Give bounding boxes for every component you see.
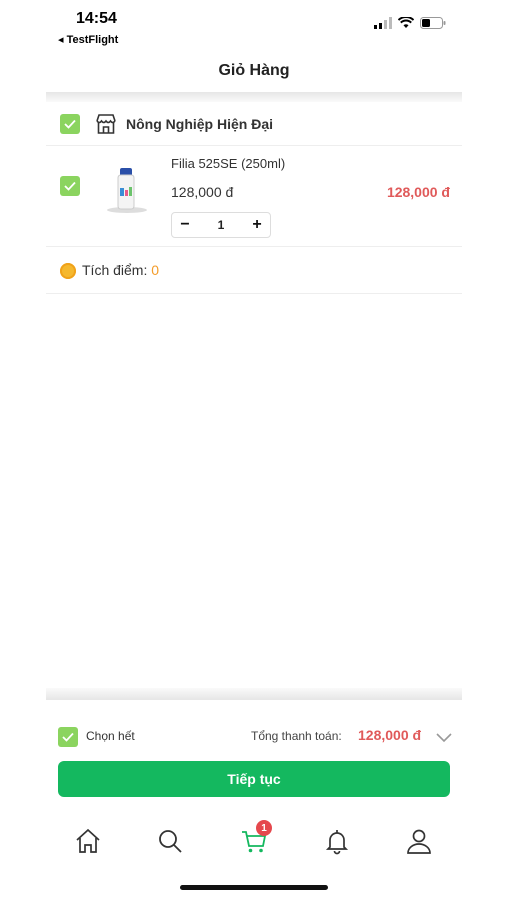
- quantity-stepper: − 1 +: [171, 212, 271, 238]
- user-icon: [407, 829, 431, 854]
- shop-checkbox[interactable]: [60, 114, 80, 134]
- total-value: 128,000 đ: [358, 727, 422, 743]
- check-icon: [64, 119, 76, 129]
- tab-profile[interactable]: [404, 826, 434, 856]
- status-time: 14:54: [76, 10, 117, 27]
- product-unit-price: 128,000 đ: [171, 184, 234, 200]
- decrement-button[interactable]: −: [172, 213, 198, 237]
- cart-item: Filia 525SE (250ml) 128,000 đ 128,000 đ …: [46, 146, 462, 247]
- store-icon: [94, 112, 118, 141]
- total-label: Tổng thanh toán:: [251, 729, 342, 743]
- points-row: Tích điểm: 0: [46, 247, 462, 294]
- product-line-total: 128,000 đ: [386, 184, 450, 200]
- wifi-icon: [397, 16, 415, 34]
- item-checkbox[interactable]: [60, 176, 80, 196]
- cart-screen: 14:54 ◂ TestFlight Giỏ Hàng Nông Nghiệp …: [46, 0, 462, 900]
- search-icon: [159, 830, 182, 853]
- continue-button[interactable]: Tiếp tục: [58, 761, 450, 797]
- cart-badge: 1: [256, 820, 272, 836]
- status-icons: [374, 16, 446, 34]
- shop-header: Nông Nghiệp Hiện Đại: [46, 103, 462, 146]
- home-indicator: [180, 885, 328, 890]
- select-all-label[interactable]: Chọn hết: [86, 729, 135, 743]
- tab-notifications[interactable]: [322, 826, 352, 856]
- points-value: 0: [151, 262, 160, 278]
- tab-cart[interactable]: 1: [239, 820, 272, 856]
- footer-divider: [46, 688, 462, 700]
- select-all-checkbox[interactable]: [58, 727, 78, 747]
- quantity-value[interactable]: 1: [218, 218, 225, 232]
- shop-name[interactable]: Nông Nghiệp Hiện Đại: [126, 116, 273, 132]
- page-title: Giỏ Hàng: [218, 62, 290, 79]
- home-icon: [76, 828, 100, 853]
- points-label: Tích điểm: 0: [82, 262, 159, 278]
- coin-icon: [60, 263, 76, 279]
- signal-icon: [374, 16, 392, 34]
- tab-search[interactable]: [155, 826, 185, 856]
- tab-home[interactable]: [73, 826, 103, 856]
- product-image[interactable]: [104, 166, 150, 214]
- chevron-down-icon[interactable]: [436, 730, 452, 748]
- check-icon: [64, 181, 76, 191]
- nav-divider: [46, 92, 462, 102]
- check-icon: [62, 732, 74, 742]
- battery-icon: [420, 16, 446, 34]
- bell-icon: [325, 830, 349, 855]
- increment-button[interactable]: +: [244, 213, 270, 237]
- product-name[interactable]: Filia 525SE (250ml): [171, 156, 285, 171]
- back-to-testflight[interactable]: ◂ TestFlight: [58, 33, 118, 46]
- points-label-text: Tích điểm:: [82, 262, 152, 278]
